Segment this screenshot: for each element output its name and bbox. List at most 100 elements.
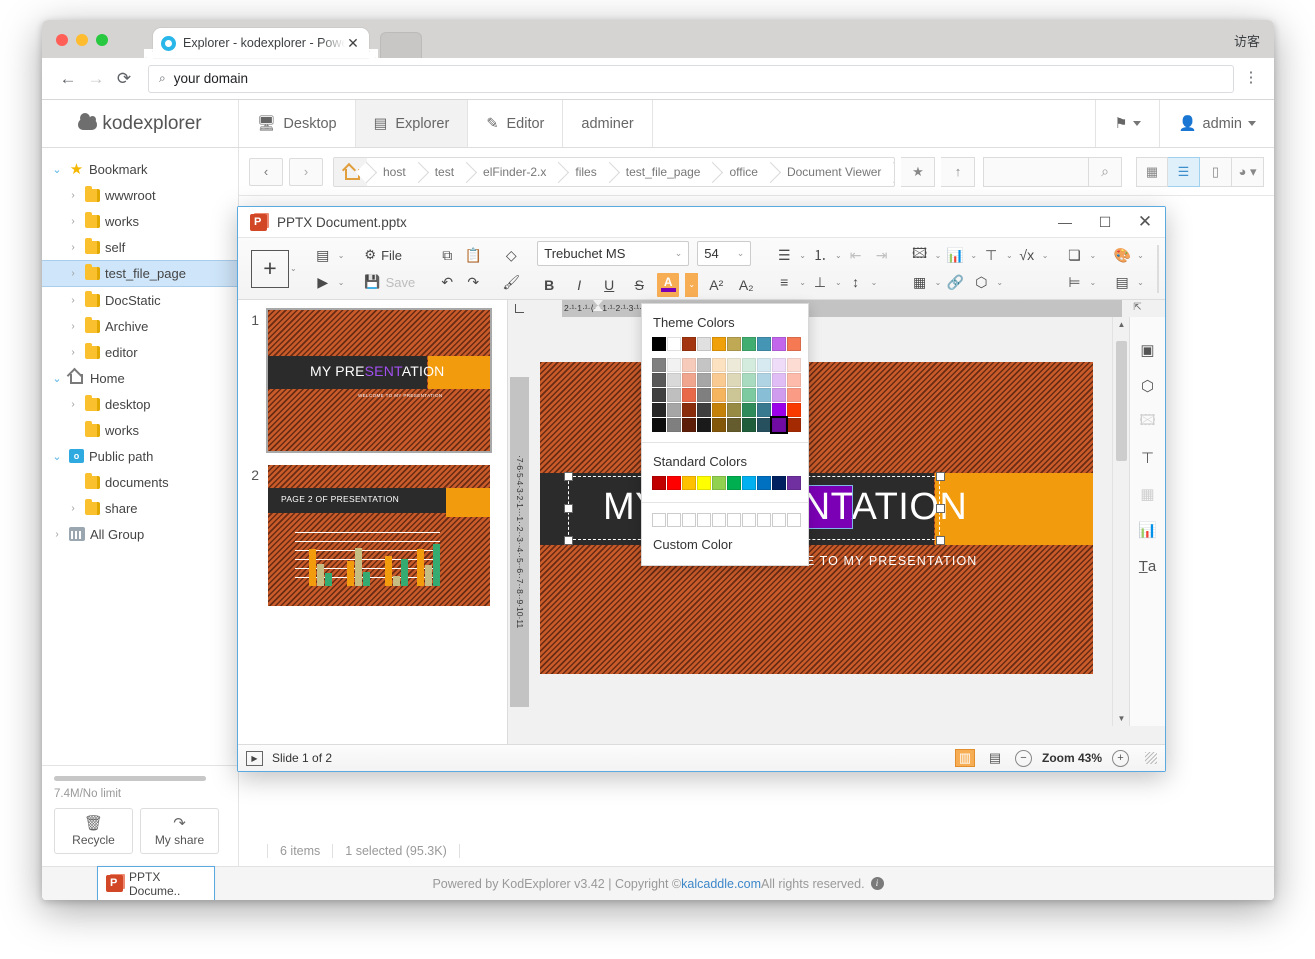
chevron-down-icon[interactable]: ⌄ (1042, 251, 1049, 260)
eraser-icon[interactable]: ◇ (499, 243, 523, 267)
theme-variant-swatch-3-7[interactable] (757, 403, 771, 417)
recent-color-swatch-7[interactable] (757, 513, 771, 527)
link-icon[interactable]: 🔗 (943, 270, 967, 294)
theme-variant-swatch-1-7[interactable] (757, 373, 771, 387)
valign-icon[interactable]: ⊥ (808, 270, 832, 294)
paste-icon[interactable]: 📋 (461, 243, 485, 267)
standard-color-swatch-6[interactable] (742, 476, 756, 490)
theme-variant-swatch-4-2[interactable] (682, 418, 696, 432)
go-up-button[interactable]: ↑ (941, 157, 975, 187)
slide-canvas[interactable]: MY PRESENTATION WELCOME TO MY PRESENTATI… (540, 362, 1093, 674)
wordart-tool-icon[interactable]: T̲a (1137, 555, 1159, 577)
chevron-right-icon[interactable]: › (66, 242, 80, 253)
italic-button[interactable]: I (567, 273, 591, 297)
theme-variant-swatch-2-6[interactable] (742, 388, 756, 402)
chevron-down-icon[interactable]: ⌄ (935, 278, 942, 287)
numbered-list-icon[interactable]: ⒈ (808, 243, 832, 267)
tree-item-docstatic[interactable]: ›DocStatic (42, 287, 238, 313)
normal-view-icon[interactable]: ▥ (955, 749, 975, 767)
theme-variant-swatch-2-1[interactable] (667, 388, 681, 402)
chevron-down-icon[interactable]: ⌄ (290, 264, 297, 273)
tree-item-self[interactable]: ›self (42, 234, 238, 260)
indent-marker[interactable] (593, 300, 604, 316)
theme-variant-swatch-3-4[interactable] (712, 403, 726, 417)
recent-color-swatch-9[interactable] (787, 513, 801, 527)
chevron-right-icon[interactable]: › (50, 529, 64, 540)
table-icon[interactable]: ▦ (908, 270, 932, 294)
tree-item-bookmark[interactable]: ⌄★Bookmark (42, 156, 238, 182)
recent-color-swatch-8[interactable] (772, 513, 786, 527)
theme-color-swatch-5[interactable] (727, 337, 741, 351)
theme-variant-swatch-0-5[interactable] (727, 358, 741, 372)
theme-variant-swatch-3-6[interactable] (742, 403, 756, 417)
theme-variant-swatch-4-9[interactable] (787, 418, 801, 432)
recent-color-swatch-4[interactable] (712, 513, 726, 527)
chevron-down-icon[interactable]: ⌄ (50, 450, 64, 463)
bold-button[interactable]: B (537, 273, 561, 297)
theme-variant-swatch-0-9[interactable] (787, 358, 801, 372)
chevron-down-icon[interactable]: ⌄ (1089, 278, 1096, 287)
theme-variant-swatch-1-3[interactable] (697, 373, 711, 387)
browser-tab-inactive[interactable] (380, 32, 422, 58)
tree-item-works[interactable]: ›works (42, 208, 238, 234)
minimize-button[interactable]: — (1045, 207, 1085, 238)
minimize-window-button[interactable] (76, 34, 88, 46)
tree-item-works[interactable]: works (42, 417, 238, 443)
subscript-button[interactable]: A₂ (734, 273, 758, 297)
theme-variant-swatch-0-0[interactable] (652, 358, 666, 372)
chevron-right-icon[interactable]: › (66, 399, 80, 410)
tab-adminer[interactable]: adminer (563, 100, 652, 147)
taskbar-item-pptx[interactable]: PPTX Docume.. (97, 866, 215, 900)
theme-color-swatch-6[interactable] (742, 337, 756, 351)
theme-variant-swatch-4-8[interactable] (772, 418, 786, 432)
line-spacing-icon[interactable]: ↕ (844, 270, 868, 294)
standard-color-swatch-1[interactable] (667, 476, 681, 490)
theme-variant-swatch-4-4[interactable] (712, 418, 726, 432)
theme-variant-swatch-0-4[interactable] (712, 358, 726, 372)
tab-explorer[interactable]: ▤ Explorer (356, 100, 469, 147)
browser-tab-active[interactable]: Explorer - kodexplorer - Power ✕ (153, 28, 369, 58)
recent-color-swatch-3[interactable] (697, 513, 711, 527)
theme-variant-swatch-1-4[interactable] (712, 373, 726, 387)
chevron-right-icon[interactable]: › (66, 190, 80, 201)
bookmark-star-button[interactable]: ★ (901, 157, 935, 187)
resize-handle-sw[interactable] (564, 536, 573, 545)
theme-variant-swatch-4-0[interactable] (652, 418, 666, 432)
tree-item-public-path[interactable]: ⌄oPublic path (42, 443, 238, 469)
theme-variant-swatch-2-4[interactable] (712, 388, 726, 402)
tree-item-editor[interactable]: ›editor (42, 339, 238, 365)
chevron-down-icon[interactable]: ⌄ (1006, 251, 1013, 260)
chevron-down-icon[interactable]: ⌄ (935, 251, 942, 260)
slide-thumbnail-2[interactable]: PAGE 2 OF PRESENTATION (268, 465, 490, 606)
equation-icon[interactable]: √x (1015, 243, 1039, 267)
resize-grip[interactable] (1145, 752, 1157, 764)
arrange-icon[interactable]: ❏ (1062, 243, 1086, 267)
indent-icon[interactable]: ⇥ (870, 243, 894, 267)
recent-color-swatch-5[interactable] (727, 513, 741, 527)
copy-icon[interactable]: ⧉ (435, 243, 459, 267)
theme-variant-swatch-2-7[interactable] (757, 388, 771, 402)
chevron-right-icon[interactable]: › (66, 321, 80, 332)
chevron-down-icon[interactable]: ⌄ (50, 372, 64, 385)
theme-variant-swatch-2-8[interactable] (772, 388, 786, 402)
select-object-icon[interactable]: ▣ (1137, 339, 1159, 361)
chevron-right-icon[interactable]: › (66, 347, 80, 358)
scroll-up-icon[interactable]: ▲ (1113, 317, 1130, 332)
theme-color-swatch-0[interactable] (652, 337, 666, 351)
tree-item-test-file-page[interactable]: ›test_file_page (42, 260, 238, 287)
breadcrumb-home[interactable] (334, 158, 367, 186)
chart-icon[interactable]: 📊 (943, 243, 967, 267)
theme-variant-swatch-3-0[interactable] (652, 403, 666, 417)
close-tab-icon[interactable]: ✕ (345, 36, 361, 50)
theme-variant-swatch-2-2[interactable] (682, 388, 696, 402)
chevron-down-icon[interactable]: ⌄ (799, 251, 806, 260)
theme-variant-swatch-1-5[interactable] (727, 373, 741, 387)
chevron-down-icon[interactable]: ⌄ (835, 251, 842, 260)
theme-variant-swatch-1-9[interactable] (787, 373, 801, 387)
theme-variant-swatch-0-8[interactable] (772, 358, 786, 372)
theme-variant-swatch-0-3[interactable] (697, 358, 711, 372)
slide-layout-icon[interactable]: ▤ (1110, 270, 1134, 294)
nav-back-button[interactable]: ‹ (249, 158, 283, 186)
chevron-down-icon[interactable]: ⌄ (1137, 251, 1144, 260)
nav-forward-button[interactable]: › (289, 158, 323, 186)
